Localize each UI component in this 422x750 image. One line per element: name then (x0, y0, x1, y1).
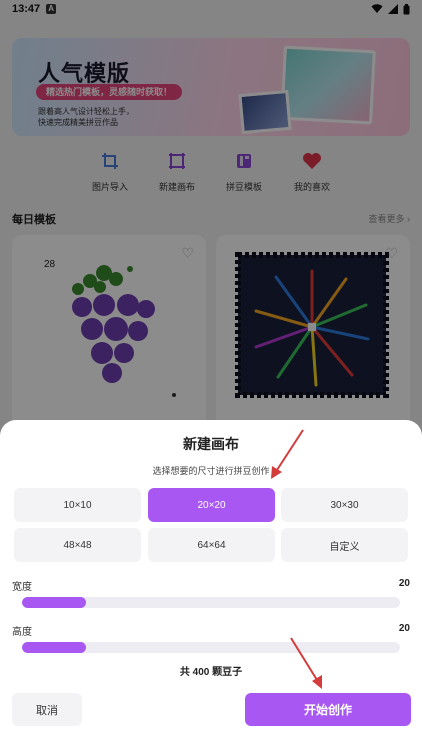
sheet-title: 新建画布 (183, 436, 239, 452)
height-value: 20 (398, 623, 410, 634)
width-slider-fill (22, 597, 87, 608)
sheet-subtitle: 选择想要的尺寸进行拼豆创作 (152, 466, 270, 476)
height-slider-fill (22, 642, 87, 653)
total-beads-count: 共 400 颗豆子 (179, 667, 243, 678)
width-label: 宽度 (12, 582, 32, 593)
size-option-64x64[interactable]: 64×64 (148, 528, 275, 562)
cancel-button[interactable]: 取消 (12, 693, 82, 726)
size-option-10x10[interactable]: 10×10 (14, 488, 141, 522)
height-label: 高度 (12, 627, 32, 638)
size-option-20x20[interactable]: 20×20 (148, 488, 275, 522)
width-value: 20 (398, 578, 410, 589)
start-creating-button[interactable]: 开始创作 (245, 693, 411, 726)
new-canvas-sheet: 新建画布 选择想要的尺寸进行拼豆创作 10×10 20×20 30×30 48×… (0, 420, 422, 750)
size-option-custom[interactable]: 自定义 (281, 528, 408, 562)
width-slider[interactable] (22, 597, 400, 608)
size-option-30x30[interactable]: 30×30 (281, 488, 408, 522)
size-option-48x48[interactable]: 48×48 (14, 528, 141, 562)
height-slider[interactable] (22, 642, 400, 653)
